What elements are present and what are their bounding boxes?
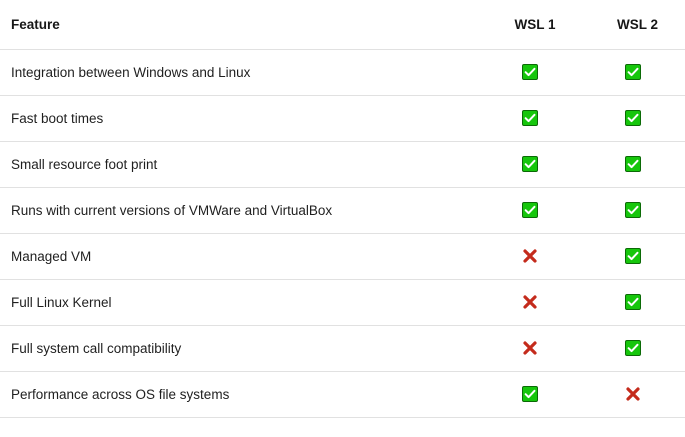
wsl1-support-cell [480,233,580,280]
table-header: Feature WSL 1 WSL 2 [0,0,685,50]
feature-cell: Small resource foot print [0,141,480,188]
feature-cell: Fast boot times [0,95,480,142]
check-icon [522,156,538,173]
table-row: Integration between Windows and Linux [0,49,685,96]
feature-cell: Performance across OS file systems [0,371,480,418]
wsl1-support-cell [480,371,580,418]
header-row: Feature WSL 1 WSL 2 [0,0,685,50]
feature-cell: Full Linux Kernel [0,279,480,326]
cross-icon [522,248,538,264]
feature-cell: Managed VM [0,233,480,280]
table-row: Performance across OS file systems [0,371,685,418]
wsl2-column-header: WSL 2 [580,0,685,50]
table-row: Full system call compatibility [0,325,685,372]
wsl2-support-cell [580,141,685,188]
comparison-table: Feature WSL 1 WSL 2 Integration between … [0,0,685,418]
feature-cell: Full system call compatibility [0,325,480,372]
check-icon [522,202,538,219]
table-row: Small resource foot print [0,141,685,188]
feature-column-header: Feature [0,0,480,50]
feature-cell: Integration between Windows and Linux [0,49,480,96]
wsl2-support-cell [580,325,685,372]
check-icon [624,340,641,357]
wsl1-support-cell [480,279,580,326]
wsl1-support-cell [480,95,580,142]
table-row: Fast boot times [0,95,685,142]
check-icon [624,248,641,265]
cross-icon [625,386,641,402]
check-icon [624,202,641,219]
wsl1-support-cell [480,49,580,96]
wsl1-support-cell [480,325,580,372]
feature-cell: Runs with current versions of VMWare and… [0,187,480,234]
wsl1-support-cell [480,187,580,234]
wsl2-support-cell [580,95,685,142]
check-icon [624,156,641,173]
wsl1-support-cell [480,141,580,188]
check-icon [624,110,641,127]
table-body: Integration between Windows and Linux Fas… [0,49,685,418]
check-icon [624,64,641,81]
check-icon [522,386,538,403]
wsl1-column-header: WSL 1 [480,0,580,50]
wsl2-support-cell [580,371,685,418]
wsl2-support-cell [580,233,685,280]
cross-icon [522,294,538,310]
cross-icon [522,340,538,356]
check-icon [522,64,538,81]
table-row: Runs with current versions of VMWare and… [0,187,685,234]
check-icon [522,110,538,127]
check-icon [624,294,641,311]
table-row: Managed VM [0,233,685,280]
wsl2-support-cell [580,279,685,326]
wsl2-support-cell [580,187,685,234]
table-row: Full Linux Kernel [0,279,685,326]
wsl2-support-cell [580,49,685,96]
